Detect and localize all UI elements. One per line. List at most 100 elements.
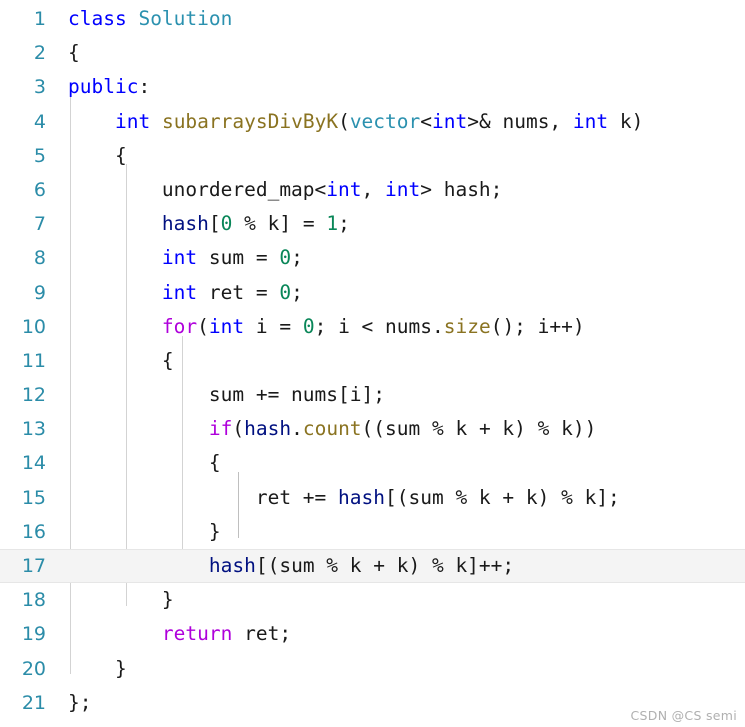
code-text: sum += nums[i]; xyxy=(68,378,385,412)
code-text: { xyxy=(68,36,80,70)
code-line[interactable]: 17 hash[(sum % k + k) % k]++; xyxy=(0,549,745,584)
line-number: 8 xyxy=(33,247,46,270)
code-text: class Solution xyxy=(68,2,232,36)
token-plain: >& nums, xyxy=(467,109,573,133)
code-line[interactable]: 9 int ret = 0; xyxy=(0,276,745,310)
code-line[interactable]: 20 } xyxy=(0,652,745,686)
code-line[interactable]: 10 for(int i = 0; i < nums.size(); i++) xyxy=(0,310,745,344)
code-text: hash[(sum % k + k) % k]++; xyxy=(68,549,514,583)
code-text: if(hash.count((sum % k + k) % k)) xyxy=(68,412,596,446)
code-line[interactable]: 15 ret += hash[(sum % k + k) % k]; xyxy=(0,481,745,515)
token-var: hash xyxy=(244,417,292,441)
code-lines-container[interactable]: 1 class Solution 2{3 public: 4 int subarrays… xyxy=(0,0,745,720)
token-kw: int xyxy=(161,246,198,270)
code-line[interactable]: 3 public: xyxy=(0,70,745,104)
code-text: } xyxy=(68,652,127,686)
code-text: public: xyxy=(68,70,150,104)
line-number: 21 xyxy=(21,691,46,714)
token-fn: count xyxy=(302,417,362,441)
code-line[interactable]: 2{ xyxy=(0,36,745,70)
token-kw: int xyxy=(161,280,198,304)
code-line[interactable]: 5 { xyxy=(0,139,745,173)
token-plain: ( xyxy=(197,314,209,338)
token-plain: { xyxy=(68,41,80,65)
token-ctrl: if xyxy=(208,417,233,441)
code-text: { xyxy=(68,446,221,480)
token-plain: ; xyxy=(338,212,350,236)
line-number: 16 xyxy=(21,520,46,543)
code-line[interactable]: 12 sum += nums[i]; xyxy=(0,378,745,412)
code-line[interactable]: 1 class Solution xyxy=(0,2,745,36)
token-plain: ret += xyxy=(68,485,339,509)
code-text: hash[0 % k] = 1; xyxy=(68,207,350,241)
line-number: 17 xyxy=(21,555,46,577)
code-text: { xyxy=(68,344,174,378)
code-text: }; xyxy=(68,686,91,720)
line-number: 15 xyxy=(21,486,46,509)
token-plain: { xyxy=(68,451,221,475)
token-plain: . xyxy=(291,417,303,441)
token-plain: [(sum % k + k) % k]; xyxy=(385,485,620,509)
code-line[interactable]: 18 } xyxy=(0,583,745,617)
code-line[interactable]: 14 { xyxy=(0,446,745,480)
token-kw: int xyxy=(432,109,468,133)
token-var: hash xyxy=(338,485,385,509)
code-text: int sum = 0; xyxy=(68,241,303,275)
token-plain: ( xyxy=(232,417,245,441)
code-line[interactable]: 13 if(hash.count((sum % k + k) % k)) xyxy=(0,412,745,446)
code-line[interactable]: 11 { xyxy=(0,344,745,378)
token-plain: > hash; xyxy=(420,177,503,201)
token-fn: size xyxy=(443,314,491,338)
code-text: unordered_map<int, int> hash; xyxy=(68,173,503,207)
code-text: int subarraysDivByK(vector<int>& nums, i… xyxy=(68,105,643,139)
token-plain: ; i < nums. xyxy=(314,314,444,338)
watermark: CSDN @CS semi xyxy=(630,708,737,723)
line-number: 4 xyxy=(33,110,46,133)
token-plain: } xyxy=(68,588,174,612)
code-editor[interactable]: 1 class Solution 2{3 public: 4 int subarrays… xyxy=(0,0,745,727)
token-plain: ret = xyxy=(197,280,280,304)
token-plain: ret; xyxy=(232,622,292,646)
token-type: Solution xyxy=(138,7,233,30)
token-fn: subarraysDivByK xyxy=(161,109,339,133)
token-plain: { xyxy=(68,143,127,167)
token-num: 0 xyxy=(302,314,315,338)
token-kw: public xyxy=(68,75,139,99)
token-var: hash xyxy=(208,554,256,577)
code-line[interactable]: 19 return ret; xyxy=(0,617,745,651)
code-line[interactable]: 16 } xyxy=(0,515,745,549)
token-kw: int xyxy=(114,109,151,133)
code-line[interactable]: 7 hash[0 % k] = 1; xyxy=(0,207,745,241)
token-plain: } xyxy=(68,519,221,543)
token-plain: ((sum % k + k) % k)) xyxy=(361,417,597,441)
token-ctrl: for xyxy=(161,314,198,338)
line-number: 2 xyxy=(33,42,46,65)
token-plain: sum += nums[i]; xyxy=(68,383,385,407)
token-plain: unordered_map< xyxy=(68,177,327,201)
token-plain: , xyxy=(361,177,385,201)
line-number: 13 xyxy=(21,418,46,441)
code-text: } xyxy=(68,583,174,617)
token-kw: int xyxy=(385,177,421,201)
code-text: int ret = 0; xyxy=(68,276,303,310)
token-plain: % k] = xyxy=(232,212,327,236)
line-number: 18 xyxy=(21,589,46,612)
code-line[interactable]: 4 int subarraysDivByK(vector<int>& nums,… xyxy=(0,105,745,139)
line-number: 7 xyxy=(33,213,46,236)
token-plain: }; xyxy=(68,690,92,714)
token-plain: i = xyxy=(244,314,303,338)
code-line[interactable]: 8 int sum = 0; xyxy=(0,241,745,275)
token-plain: { xyxy=(68,348,174,372)
code-line[interactable]: 6 unordered_map<int, int> hash; xyxy=(0,173,745,207)
line-number: 14 xyxy=(21,452,46,475)
code-text: for(int i = 0; i < nums.size(); i++) xyxy=(68,310,585,344)
